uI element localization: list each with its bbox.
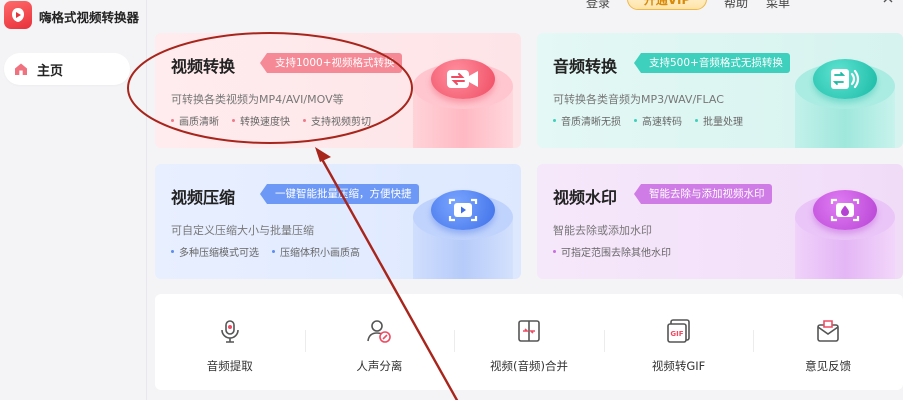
brand: 嗨格式视频转换器 xyxy=(4,0,139,32)
tool-label: 视频转GIF xyxy=(651,359,706,373)
card-tag: 智能去除与添加视频水印 xyxy=(634,184,772,204)
video-convert-card[interactable]: 视频转换 支持1000+视频格式转换 可转换各类视频为MP4/AVI/MOV等 … xyxy=(155,33,521,148)
feature-item: 画质清晰 xyxy=(171,113,219,128)
card-title: 视频转换 xyxy=(171,57,236,76)
tool-label: 音频提取 xyxy=(206,359,253,373)
sidebar: 嗨格式视频转换器 主页 xyxy=(0,0,146,400)
video-convert-icon xyxy=(407,55,519,148)
app-logo-icon xyxy=(4,1,32,29)
video-compress-icon xyxy=(407,186,519,279)
tool-label: 人声分离 xyxy=(356,359,403,373)
tool-gif[interactable]: GIF 视频转GIF xyxy=(603,294,754,390)
feature-item: 多种压缩模式可选 xyxy=(171,244,259,259)
home-icon xyxy=(15,63,27,75)
card-desc: 可转换各类音频为MP3/WAV/FLAC xyxy=(553,93,724,106)
tool-label: 视频(音频)合并 xyxy=(489,359,568,373)
card-title: 音频转换 xyxy=(553,57,618,76)
card-tag: 一键智能批量压缩，方便快捷 xyxy=(260,184,419,204)
watermark-card[interactable]: 视频水印 智能去除与添加视频水印 智能去除或添加水印 可指定范围去除其他水印 xyxy=(537,164,903,279)
audio-convert-icon xyxy=(789,55,901,148)
tool-feedback[interactable]: 意见反馈 xyxy=(753,294,903,390)
card-tag: 支持1000+视频格式转换 xyxy=(260,53,402,73)
app-name: 嗨格式视频转换器 xyxy=(39,9,140,25)
card-title: 视频压缩 xyxy=(171,188,236,207)
vip-button[interactable]: 开通VIP xyxy=(627,0,707,10)
gif-icon: GIF xyxy=(666,319,690,343)
login-link[interactable]: 登录 xyxy=(586,0,610,11)
tool-audio-extract[interactable]: 音频提取 xyxy=(155,294,305,390)
feature-item: 高速转码 xyxy=(634,113,682,128)
merge-icon xyxy=(518,320,540,342)
watermark-icon xyxy=(789,186,901,279)
card-desc: 可自定义压缩大小与批量压缩 xyxy=(171,224,314,237)
card-title: 视频水印 xyxy=(553,188,618,207)
feature-item: 音质清晰无损 xyxy=(553,113,621,128)
feature-item: 压缩体积小画质高 xyxy=(272,244,360,259)
window-controls xyxy=(883,0,893,3)
card-features: 多种压缩模式可选 压缩体积小画质高 xyxy=(171,244,373,259)
card-features: 画质清晰 转换速度快 支持视频剪切 xyxy=(171,113,384,128)
feature-item: 批量处理 xyxy=(695,113,743,128)
card-desc: 智能去除或添加水印 xyxy=(553,224,652,237)
feature-item: 支持视频剪切 xyxy=(303,113,371,128)
svg-text:GIF: GIF xyxy=(670,330,683,338)
sidebar-item-label: 主页 xyxy=(37,63,64,79)
card-features: 音质清晰无损 高速转码 批量处理 xyxy=(553,113,756,128)
audio-convert-card[interactable]: 音频转换 支持500+音频格式无损转换 可转换各类音频为MP3/WAV/FLAC… xyxy=(537,33,903,148)
help-link[interactable]: 帮助 xyxy=(724,0,748,11)
tools-bar: 音频提取 人声分离 视频(音频)合并 GIF 视频转GIF 意见反馈 xyxy=(155,294,903,390)
tool-merge[interactable]: 视频(音频)合并 xyxy=(454,294,604,390)
card-desc: 可转换各类视频为MP4/AVI/MOV等 xyxy=(171,93,344,106)
card-features: 可指定范围去除其他水印 xyxy=(553,244,684,259)
vocal-separation-icon xyxy=(367,320,392,343)
card-tag: 支持500+音频格式无损转换 xyxy=(634,53,790,73)
feature-item: 转换速度快 xyxy=(232,113,290,128)
feature-item: 可指定范围去除其他水印 xyxy=(553,244,671,259)
menu-link[interactable]: 菜单 xyxy=(766,0,790,11)
close-icon xyxy=(883,0,893,3)
audio-extract-icon xyxy=(220,320,239,343)
tool-vocal-separation[interactable]: 人声分离 xyxy=(304,294,455,390)
video-compress-card[interactable]: 视频压缩 一键智能批量压缩，方便快捷 可自定义压缩大小与批量压缩 多种压缩模式可… xyxy=(155,164,521,279)
feedback-icon xyxy=(817,320,839,342)
main-content: 视频转换 支持1000+视频格式转换 可转换各类视频为MP4/AVI/MOV等 … xyxy=(147,0,903,400)
sidebar-item-home[interactable]: 主页 xyxy=(4,53,130,85)
tool-label: 意见反馈 xyxy=(805,359,852,373)
